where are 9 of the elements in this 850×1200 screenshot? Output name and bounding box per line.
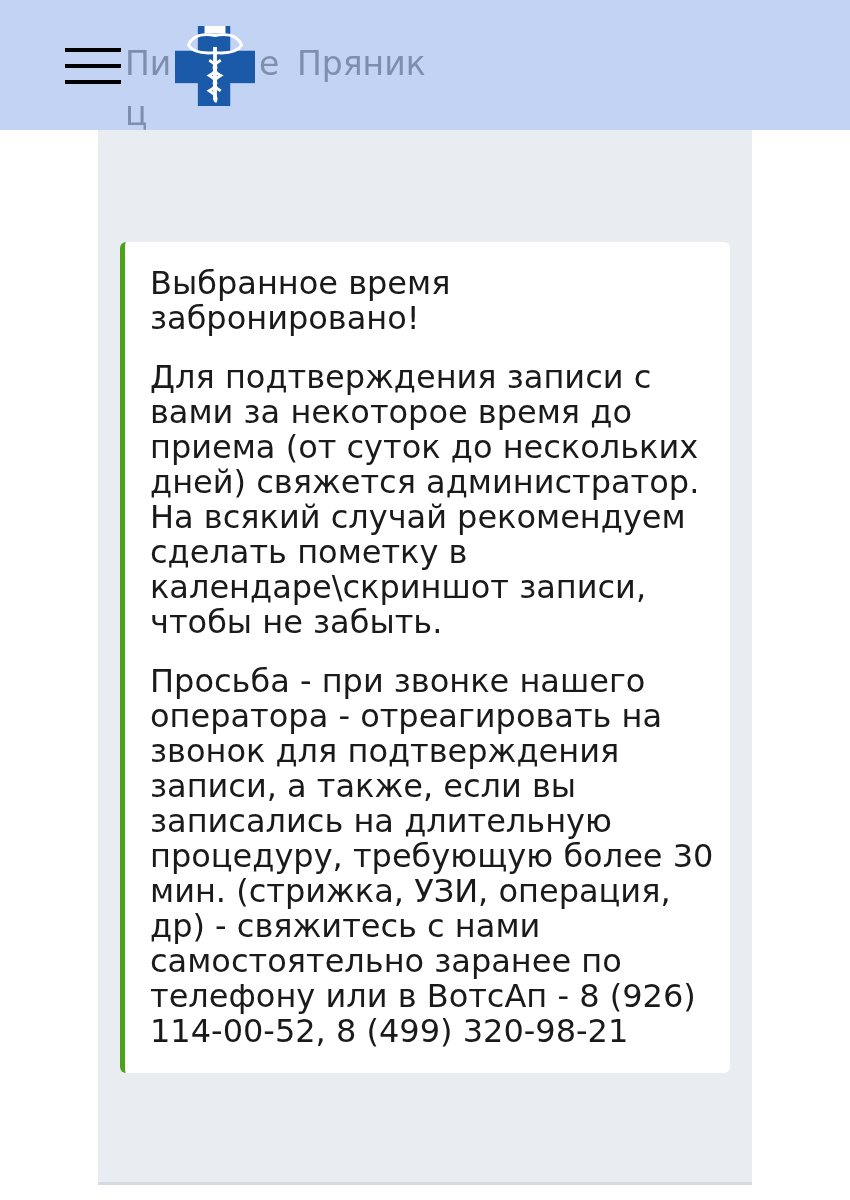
nav-text[interactable]: ц (125, 96, 148, 132)
nav-text[interactable]: е (259, 46, 280, 82)
nav-link[interactable]: Пряник (297, 46, 426, 82)
caduceus-cross-logo[interactable] (173, 26, 257, 106)
message-title: Выбранное время забронировано! (150, 266, 452, 336)
menu-icon[interactable] (65, 48, 121, 84)
nav-text[interactable]: Пи (125, 46, 172, 82)
message-text: Для подтверждения записи с вами за некоторое время до приема (от суток до нескольких дней) свяжется администратор. На всякий случай рекомендуем сделать пометку в календаре\скриншот записи, чтобы не забыть. (150, 360, 701, 640)
message-text: Просьба - при звонке нашего оператора - отреагировать на звонок для подтверждения записи, а также, если вы записались на длительную процедуру, требующую более 30 мин. (стрижка, УЗИ, операция, др) - свяжитесь с нами самостоятельно заранее по телефону или в ВотсАп - 8 (926) 114-00-52, 8 (499) 320-98-21 (150, 664, 715, 1049)
